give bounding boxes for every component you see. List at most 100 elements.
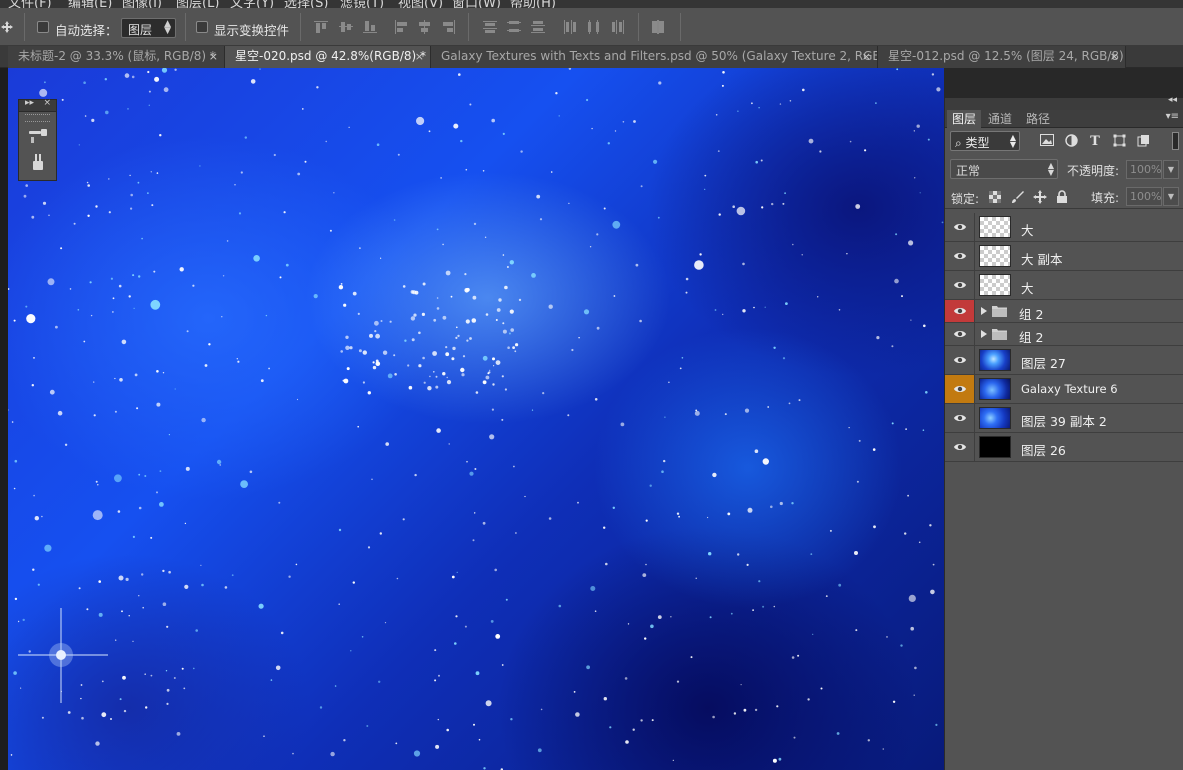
visibility-toggle[interactable] <box>945 271 975 299</box>
auto-select-checkbox[interactable] <box>37 21 49 33</box>
layer-row[interactable]: 图层 27 <box>945 346 1183 375</box>
expand-triangle-icon[interactable] <box>981 307 987 315</box>
collapse-icon[interactable]: ◂◂ <box>1168 95 1177 105</box>
layer-thumbnail[interactable] <box>979 378 1011 400</box>
star <box>808 138 814 144</box>
filter-kind-dropdown[interactable]: ⌕ 类型 ▲ ▼ <box>950 131 1020 151</box>
visibility-toggle[interactable] <box>945 213 975 241</box>
layer-group-row[interactable]: 组 2 <box>945 323 1183 346</box>
menu-select[interactable]: 选择(S) <box>284 0 328 8</box>
align-bottom-icon[interactable] <box>361 18 379 36</box>
layer-thumbnail[interactable] <box>979 216 1011 238</box>
expand-triangle-icon[interactable] <box>981 330 987 338</box>
filter-toggle-switch[interactable] <box>1172 132 1179 150</box>
layer-thumbnail[interactable] <box>979 436 1011 458</box>
auto-select-dropdown[interactable]: 图层 ▲ ▼ <box>121 18 176 38</box>
layer-group-row[interactable]: 组 2 <box>945 300 1183 323</box>
filter-pixel-icon[interactable] <box>1039 134 1055 150</box>
menu-image[interactable]: 图像(I) <box>122 0 162 8</box>
layer-row[interactable]: 图层 26 <box>945 433 1183 462</box>
layer-thumbnail[interactable] <box>979 245 1011 267</box>
filter-type-icon[interactable]: T <box>1087 134 1103 150</box>
menu-view[interactable]: 视图(V) <box>398 0 443 8</box>
filter-shape-icon[interactable] <box>1111 134 1127 150</box>
star <box>121 610 123 613</box>
visibility-toggle[interactable] <box>945 433 975 461</box>
lock-all-icon[interactable] <box>1055 190 1069 204</box>
opacity-field[interactable]: 100% <box>1126 160 1162 179</box>
close-icon[interactable]: × <box>415 46 424 67</box>
galaxy-image[interactable] <box>8 68 944 770</box>
close-icon[interactable]: × <box>43 98 51 108</box>
align-hcenter-icon[interactable] <box>416 18 434 36</box>
panel-menu-icon[interactable]: ▾≡ <box>1166 111 1179 122</box>
blend-mode-dropdown[interactable]: 正常 ▲ ▼ <box>950 159 1058 179</box>
star <box>558 604 562 608</box>
close-icon[interactable]: × <box>862 46 871 67</box>
layer-row[interactable]: 大 <box>945 213 1183 242</box>
move-tool-icon[interactable] <box>0 20 14 34</box>
panel-header[interactable]: ▸▸ × <box>19 98 56 112</box>
visibility-toggle[interactable] <box>945 375 975 403</box>
align-left-icon[interactable] <box>392 18 410 36</box>
lock-position-icon[interactable] <box>1033 190 1047 204</box>
menu-edit[interactable]: 编辑(E) <box>68 0 112 8</box>
visibility-toggle[interactable] <box>945 404 975 432</box>
distribute-left-icon[interactable] <box>561 18 579 36</box>
menu-help[interactable]: 帮助(H) <box>510 0 556 8</box>
menu-window[interactable]: 窗口(W) <box>452 0 501 8</box>
menu-filter[interactable]: 滤镜(T) <box>340 0 384 8</box>
close-icon[interactable]: × <box>209 46 218 67</box>
menu-file[interactable]: 文件(F) <box>8 0 52 8</box>
menu-layer[interactable]: 图层(L) <box>176 0 219 8</box>
tab-xingkong-012[interactable]: 星空-012.psd @ 12.5% (图层 24, RGB/8) * × <box>878 46 1126 68</box>
distribute-right-icon[interactable] <box>609 18 627 36</box>
tab-channels[interactable]: 通道 <box>983 110 1017 128</box>
fill-dropdown-icon[interactable]: ▼ <box>1163 187 1179 206</box>
opacity-dropdown-icon[interactable]: ▼ <box>1163 160 1179 179</box>
layer-name: 大 副本 <box>1021 252 1063 267</box>
tab-paths[interactable]: 路径 <box>1021 110 1055 128</box>
tab-galaxy-textures[interactable]: Galaxy Textures with Texts and Filters.p… <box>431 46 878 68</box>
layer-row[interactable]: Galaxy Texture 6 <box>945 375 1183 404</box>
clone-source-icon[interactable] <box>26 150 50 172</box>
tab-layers[interactable]: 图层 <box>947 110 982 128</box>
star <box>166 688 170 692</box>
tab-untitled-2[interactable]: 未标题-2 @ 33.3% (鼠标, RGB/8) * × <box>8 46 225 68</box>
distribute-hcenter-icon[interactable] <box>585 18 603 36</box>
align-right-icon[interactable] <box>440 18 458 36</box>
star <box>668 381 670 384</box>
lock-transparent-icon[interactable] <box>988 190 1002 204</box>
filter-smart-object-icon[interactable] <box>1135 134 1151 150</box>
layer-thumbnail[interactable] <box>979 274 1011 296</box>
fill-field[interactable]: 100% <box>1126 187 1162 206</box>
layer-thumbnail[interactable] <box>979 407 1011 429</box>
auto-align-icon[interactable] <box>649 18 667 36</box>
distribute-top-icon[interactable] <box>481 18 499 36</box>
visibility-toggle[interactable] <box>945 242 975 270</box>
eye-icon <box>954 444 966 450</box>
layer-thumbnail[interactable] <box>979 349 1011 371</box>
visibility-toggle[interactable] <box>945 300 975 322</box>
visibility-toggle[interactable] <box>945 323 975 345</box>
close-icon[interactable]: × <box>1110 46 1119 67</box>
distribute-bottom-icon[interactable] <box>529 18 547 36</box>
brush-preset-icon[interactable] <box>26 125 50 147</box>
panel-grip[interactable] <box>25 114 50 122</box>
canvas-area[interactable] <box>0 68 944 770</box>
menu-type[interactable]: 文字(Y) <box>230 0 274 8</box>
layer-row[interactable]: 大 副本 <box>945 242 1183 271</box>
layer-row[interactable]: 图层 39 副本 2 <box>945 404 1183 433</box>
layer-row[interactable]: 大 <box>945 271 1183 300</box>
align-vcenter-icon[interactable] <box>337 18 355 36</box>
star <box>434 679 437 682</box>
show-transform-checkbox[interactable] <box>196 21 208 33</box>
filter-adjustment-icon[interactable] <box>1063 134 1079 150</box>
distribute-vcenter-icon[interactable] <box>505 18 523 36</box>
align-top-icon[interactable] <box>312 18 330 36</box>
visibility-toggle[interactable] <box>945 346 975 374</box>
tab-xingkong-020[interactable]: 星空-020.psd @ 42.8%(RGB/8) * × <box>225 46 431 68</box>
collapse-icon[interactable]: ▸▸ <box>25 98 34 108</box>
lock-image-brush-icon[interactable] <box>1011 190 1025 204</box>
panel-dock-bar[interactable]: ◂◂ <box>945 95 1183 110</box>
